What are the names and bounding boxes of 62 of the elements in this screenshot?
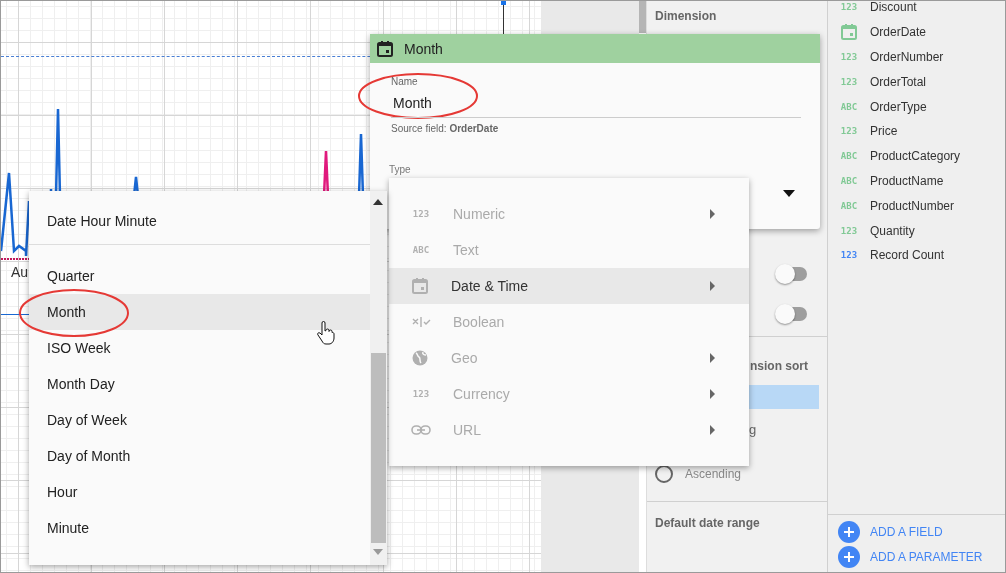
type-label: 123 — [840, 126, 858, 137]
menu-item[interactable]: Date Hour Minute — [29, 203, 370, 239]
hand-cursor-icon — [317, 321, 335, 345]
field-name[interactable]: Record Count — [870, 248, 945, 263]
option-label: g — [749, 421, 757, 437]
name-field[interactable]: Month — [391, 89, 801, 118]
section-title: nsion sort — [750, 359, 808, 373]
type-label: 123 — [840, 250, 858, 261]
source-field-text: Source field: OrderDate — [391, 123, 499, 134]
type-label: ABC — [840, 151, 858, 162]
field-name[interactable]: OrderType — [870, 99, 927, 114]
plus-icon[interactable] — [838, 521, 860, 543]
resize-handle-icon[interactable] — [501, 1, 506, 34]
field-name[interactable]: Price — [870, 124, 898, 139]
scrollbar[interactable] — [370, 191, 387, 565]
type-label: 123 — [840, 2, 858, 13]
menu-item[interactable]: Day of Week — [29, 402, 370, 438]
field-name[interactable]: ProductName — [870, 173, 944, 188]
type-label: 123 — [411, 389, 431, 399]
field-name[interactable]: OrderDate — [870, 25, 927, 40]
menu-item[interactable]: ISO Week — [29, 330, 370, 366]
radio-label: Ascending — [685, 467, 742, 481]
boolean-icon — [411, 316, 431, 328]
link-icon — [411, 425, 431, 435]
section-title: Default date range — [654, 515, 761, 530]
menu-item[interactable]: Day of Month — [29, 438, 370, 474]
field-label: Name — [391, 76, 418, 87]
field-name[interactable]: ProductNumber — [870, 198, 955, 213]
type-label: 123 — [840, 52, 858, 62]
menu-item[interactable]: Minute — [29, 510, 370, 546]
calendar-icon — [376, 39, 394, 58]
type-label: ABC — [411, 245, 431, 255]
field-label: Type — [389, 164, 412, 175]
globe-icon — [411, 349, 429, 367]
scroll-down-icon[interactable] — [373, 549, 383, 555]
menu-item[interactable]: Month — [29, 294, 370, 330]
dialog-title: Month — [404, 40, 443, 57]
type-label: 123 — [840, 225, 858, 236]
type-label: ABC — [840, 101, 858, 112]
field-name[interactable]: OrderTotal — [870, 74, 927, 89]
type-label: 123 — [411, 209, 431, 219]
field-name[interactable]: Quantity — [870, 223, 915, 238]
type-label: 123 — [840, 76, 858, 87]
toggle-switch[interactable] — [777, 267, 807, 281]
toggle-switch[interactable] — [777, 307, 807, 321]
type-label: ABC — [840, 175, 858, 186]
calendar-icon — [411, 277, 429, 295]
type-label: ABC — [840, 200, 858, 211]
scroll-up-icon[interactable] — [373, 199, 383, 205]
menu-item[interactable]: Quarter — [29, 258, 370, 294]
plus-icon[interactable] — [838, 546, 860, 568]
menu-item[interactable]: Hour — [29, 474, 370, 510]
menu-item[interactable]: Date & Time — [389, 268, 749, 304]
field-name[interactable]: ProductCategory — [870, 149, 961, 164]
axis-label: Au — [11, 264, 29, 280]
section-title: Dimension — [654, 8, 718, 25]
field-name[interactable]: OrderNumber — [870, 50, 944, 64]
calendar-icon — [840, 23, 858, 42]
field-name[interactable]: Discount — [870, 1, 917, 15]
dropdown-caret-icon[interactable] — [783, 190, 795, 197]
scrollbar[interactable] — [639, 1, 646, 33]
menu-item[interactable]: Month Day — [29, 366, 370, 402]
